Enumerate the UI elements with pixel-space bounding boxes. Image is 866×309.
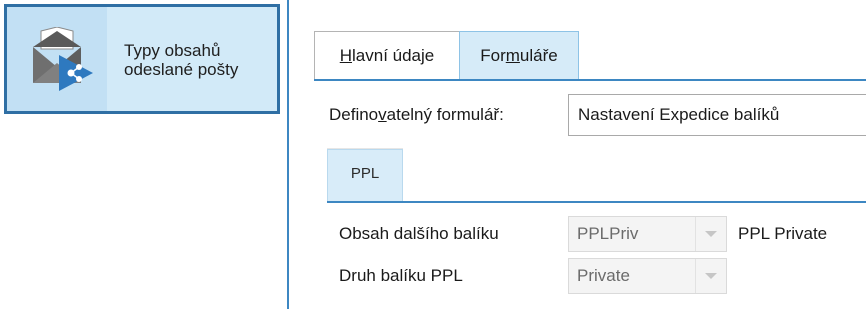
tab-label-access-key: H [339,46,353,65]
open-envelope-with-arrow-icon [33,27,93,91]
tab-label-post: lavní údaje [352,46,435,65]
nav-item-label: Typy obsahů odeslané pošty [124,41,239,79]
package-type-combo[interactable]: Private [568,258,727,294]
package-content-combo[interactable]: PPLPriv [568,216,727,252]
form-label-pre: Defino [329,105,379,124]
nav-icon-container [7,7,107,111]
dropdown-button[interactable] [695,259,726,293]
form-selector-label: Definovatelný formulář: [329,94,504,136]
tab-ppl[interactable]: PPL [327,149,403,201]
field-label-package-content: Obsah dalšího balíku [339,224,499,243]
nav-divider [287,0,289,309]
tab-label-post: uláře [519,46,558,65]
form-label-access-key: v [378,105,387,124]
subtab-strip-underline [327,201,866,203]
combo-value: Private [577,266,630,285]
tab-strip-underline [314,79,866,81]
tab-formulare[interactable]: Formuláře [459,31,579,79]
chevron-down-icon [705,231,717,237]
dropdown-button[interactable] [695,217,726,251]
nav-item-sent-mail-content-types[interactable]: Typy obsahů odeslané pošty [4,4,280,114]
chevron-down-icon [705,273,717,279]
tab-hlavni-udaje[interactable]: Hlavní údaje [314,31,460,79]
field-label-package-type: Druh balíku PPL [339,266,463,285]
tab-label-access-key: m [505,46,520,65]
tab-label-pre: For [480,46,506,65]
combo-value: PPLPriv [577,224,639,243]
form-label-post: atelný formulář: [386,105,504,124]
package-content-description: PPL Private [738,224,828,243]
form-selector-field[interactable]: Nastavení Expedice balíků [568,94,866,136]
